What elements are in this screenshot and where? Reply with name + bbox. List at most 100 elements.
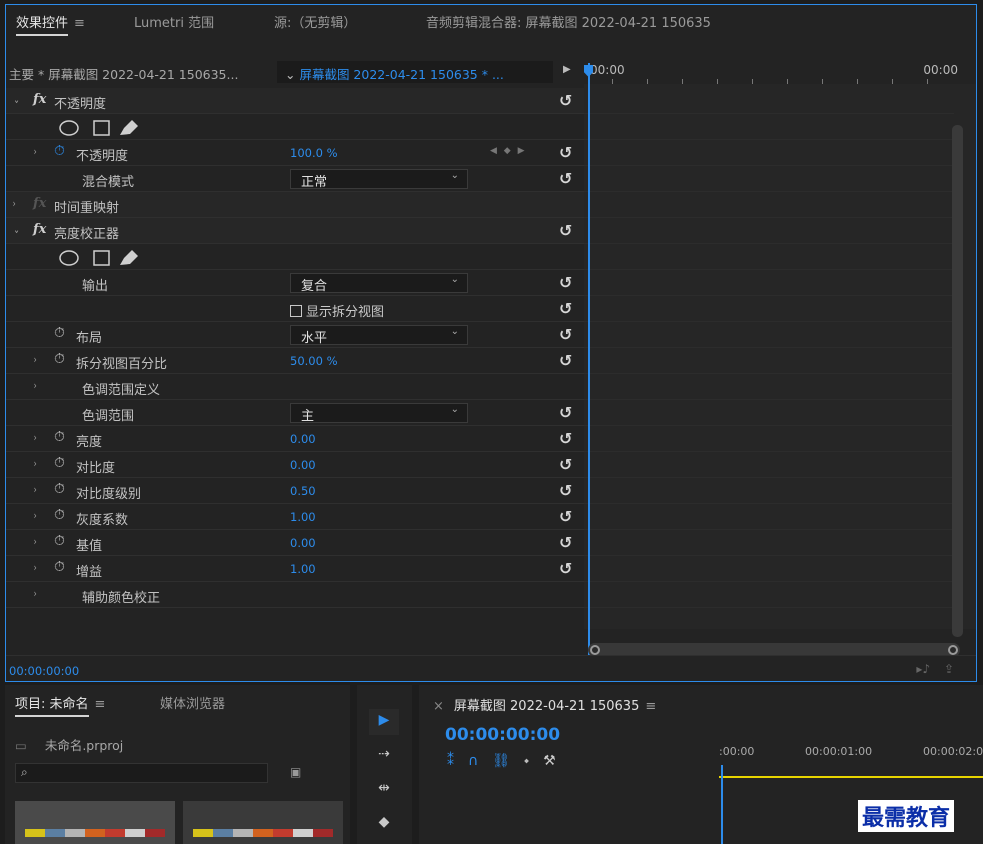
chevron-right-icon[interactable]: › [34,483,37,496]
property-secondary-color-correction[interactable]: › 辅助颜色校正 [6,582,584,608]
stopwatch-icon[interactable]: ⏱ [54,533,65,549]
work-area-bar[interactable] [719,776,983,778]
contrast-level-value[interactable]: 0.50 [290,484,316,498]
property-tonal-range-definition[interactable]: › 色调范围定义 [6,374,584,400]
panel-menu-icon[interactable]: ≡ [645,699,656,714]
gamma-value[interactable]: 1.00 [290,510,316,524]
reset-icon[interactable]: ↺ [559,169,572,188]
effect-time-remapping[interactable]: › fx 时间重映射 [6,192,584,218]
stopwatch-icon[interactable]: ⏱ [54,143,65,159]
opacity-value[interactable]: 100.0 % [290,146,338,160]
chevron-right-icon[interactable]: › [34,561,37,574]
panel-menu-icon[interactable]: ≡ [95,697,106,712]
layout-dropdown[interactable]: 水平 ⌄ [290,325,468,346]
property-opacity[interactable]: › ⏱ 不透明度 100.0 % ◀ ◆ ▶ ↺ [6,140,584,166]
property-brightness[interactable]: › ⏱ 亮度 0.00 ↺ [6,426,584,452]
play-audio-icon[interactable]: ▸♪ [916,662,930,676]
output-dropdown[interactable]: 复合 ⌄ [290,273,468,294]
reset-icon[interactable]: ↺ [559,455,572,474]
chevron-down-icon[interactable]: ⌄ [13,93,19,106]
stopwatch-icon[interactable]: ⏱ [54,351,65,367]
close-icon[interactable]: × [433,699,444,714]
chevron-right-icon[interactable]: › [34,457,37,470]
reset-icon[interactable]: ↺ [559,299,572,318]
sequence-ruler[interactable]: :00:00 00:00:01:00 00:00:02:0 [719,737,983,767]
gain-value[interactable]: 1.00 [290,562,316,576]
fx-icon[interactable]: fx [33,222,46,237]
chevron-right-icon[interactable]: › [34,509,37,522]
settings-wrench-icon[interactable]: ⚒ [543,753,570,769]
contrast-value[interactable]: 0.00 [290,458,316,472]
reset-icon[interactable]: ↺ [559,403,572,422]
linked-selection-icon[interactable]: ⛓ [492,753,524,769]
tab-media-browser[interactable]: 媒体浏览器 [160,693,225,712]
effect-opacity[interactable]: ⌄ fx 不透明度 ↺ [6,88,584,114]
property-pedestal[interactable]: › ⏱ 基值 0.00 ↺ [6,530,584,556]
stopwatch-icon[interactable]: ⏱ [54,507,65,523]
stopwatch-icon[interactable]: ⏱ [54,559,65,575]
play-only-icon[interactable]: ▶ [563,64,571,75]
panel-menu-icon[interactable]: ≡ [74,16,85,31]
reset-icon[interactable]: ↺ [559,325,572,344]
track-select-tool-icon[interactable]: ⇢ [369,743,399,769]
stopwatch-icon[interactable]: ⏱ [54,429,65,445]
master-clip-label[interactable]: 主要 * 屏幕截图 2022-04-21 150635... [9,64,238,83]
reset-icon[interactable]: ↺ [559,351,572,370]
reset-icon[interactable]: ↺ [559,533,572,552]
tab-effect-controls[interactable]: 效果控件 ≡ [16,12,85,36]
chevron-right-icon[interactable]: › [34,353,37,366]
pedestal-value[interactable]: 0.00 [290,536,316,550]
tab-audio-clip-mixer[interactable]: 音频剪辑混合器: 屏幕截图 2022-04-21 150635 [426,12,711,31]
tab-project[interactable]: 项目: 未命名 ≡ [15,693,106,717]
chevron-right-icon[interactable]: › [34,379,37,392]
add-marker-icon[interactable]: ⬩ [524,753,543,769]
razor-tool-icon[interactable]: ◆ [369,811,399,837]
keyframe-timeline-area[interactable] [584,84,976,629]
chevron-right-icon[interactable]: › [34,535,37,548]
current-timecode[interactable]: 00:00:00:00 [9,664,79,678]
reset-icon[interactable]: ↺ [559,481,572,500]
stopwatch-icon[interactable]: ⏱ [54,481,65,497]
reset-icon[interactable]: ↺ [559,143,572,162]
stopwatch-icon[interactable]: ⏱ [54,325,65,341]
blend-mode-dropdown[interactable]: 正常 ⌄ [290,169,468,190]
reset-icon[interactable]: ↺ [559,507,572,526]
split-percent-value[interactable]: 50.00 % [290,354,338,368]
chevron-right-icon[interactable]: › [13,197,16,210]
clip-thumbnail[interactable] [183,801,343,844]
reset-icon[interactable]: ↺ [559,221,572,240]
show-split-view-checkbox[interactable]: 显示拆分视图 [290,301,384,320]
project-search-input[interactable]: ⌕ [15,763,268,783]
chevron-right-icon[interactable]: › [34,587,37,600]
property-contrast-level[interactable]: › ⏱ 对比度级别 0.50 ↺ [6,478,584,504]
export-icon[interactable]: ⇪ [944,662,954,676]
scroll-handle-right[interactable] [948,645,958,655]
tab-source[interactable]: 源:（无剪辑） [274,12,356,31]
snap-icon[interactable]: ∩ [468,753,492,769]
clip-thumbnail[interactable] [15,801,175,844]
tonal-range-dropdown[interactable]: 主 ⌄ [290,403,468,424]
chevron-right-icon[interactable]: › [34,145,37,158]
stopwatch-icon[interactable]: ⏱ [54,455,65,471]
effect-brightness-corrector[interactable]: ⌄ fx 亮度校正器 ↺ [6,218,584,244]
property-gamma[interactable]: › ⏱ 灰度系数 1.00 ↺ [6,504,584,530]
ripple-edit-tool-icon[interactable]: ⇹ [369,777,399,803]
scroll-handle-left[interactable] [590,645,600,655]
reset-icon[interactable]: ↺ [559,91,572,110]
playhead-line[interactable] [588,63,590,655]
sequence-timecode[interactable]: 00:00:00:00 [445,725,560,745]
fx-icon[interactable]: fx [33,92,46,107]
reset-icon[interactable]: ↺ [559,559,572,578]
sequence-playhead[interactable] [721,765,723,844]
tab-sequence[interactable]: × 屏幕截图 2022-04-21 150635 ≡ [433,695,656,714]
property-split-percent[interactable]: › ⏱ 拆分视图百分比 50.00 % ↺ [6,348,584,374]
selection-tool-icon[interactable]: ▶ [369,709,399,735]
chevron-right-icon[interactable]: › [34,431,37,444]
reset-icon[interactable]: ↺ [559,429,572,448]
sequence-clip-dropdown[interactable]: ⌄ 屏幕截图 2022-04-21 150635 * ... [277,61,553,83]
vertical-scrollbar[interactable] [952,125,963,637]
reset-icon[interactable]: ↺ [559,273,572,292]
chevron-down-icon[interactable]: ⌄ [13,223,19,236]
tab-lumetri-scopes[interactable]: Lumetri 范围 [134,12,214,31]
property-gain[interactable]: › ⏱ 增益 1.00 ↺ [6,556,584,582]
